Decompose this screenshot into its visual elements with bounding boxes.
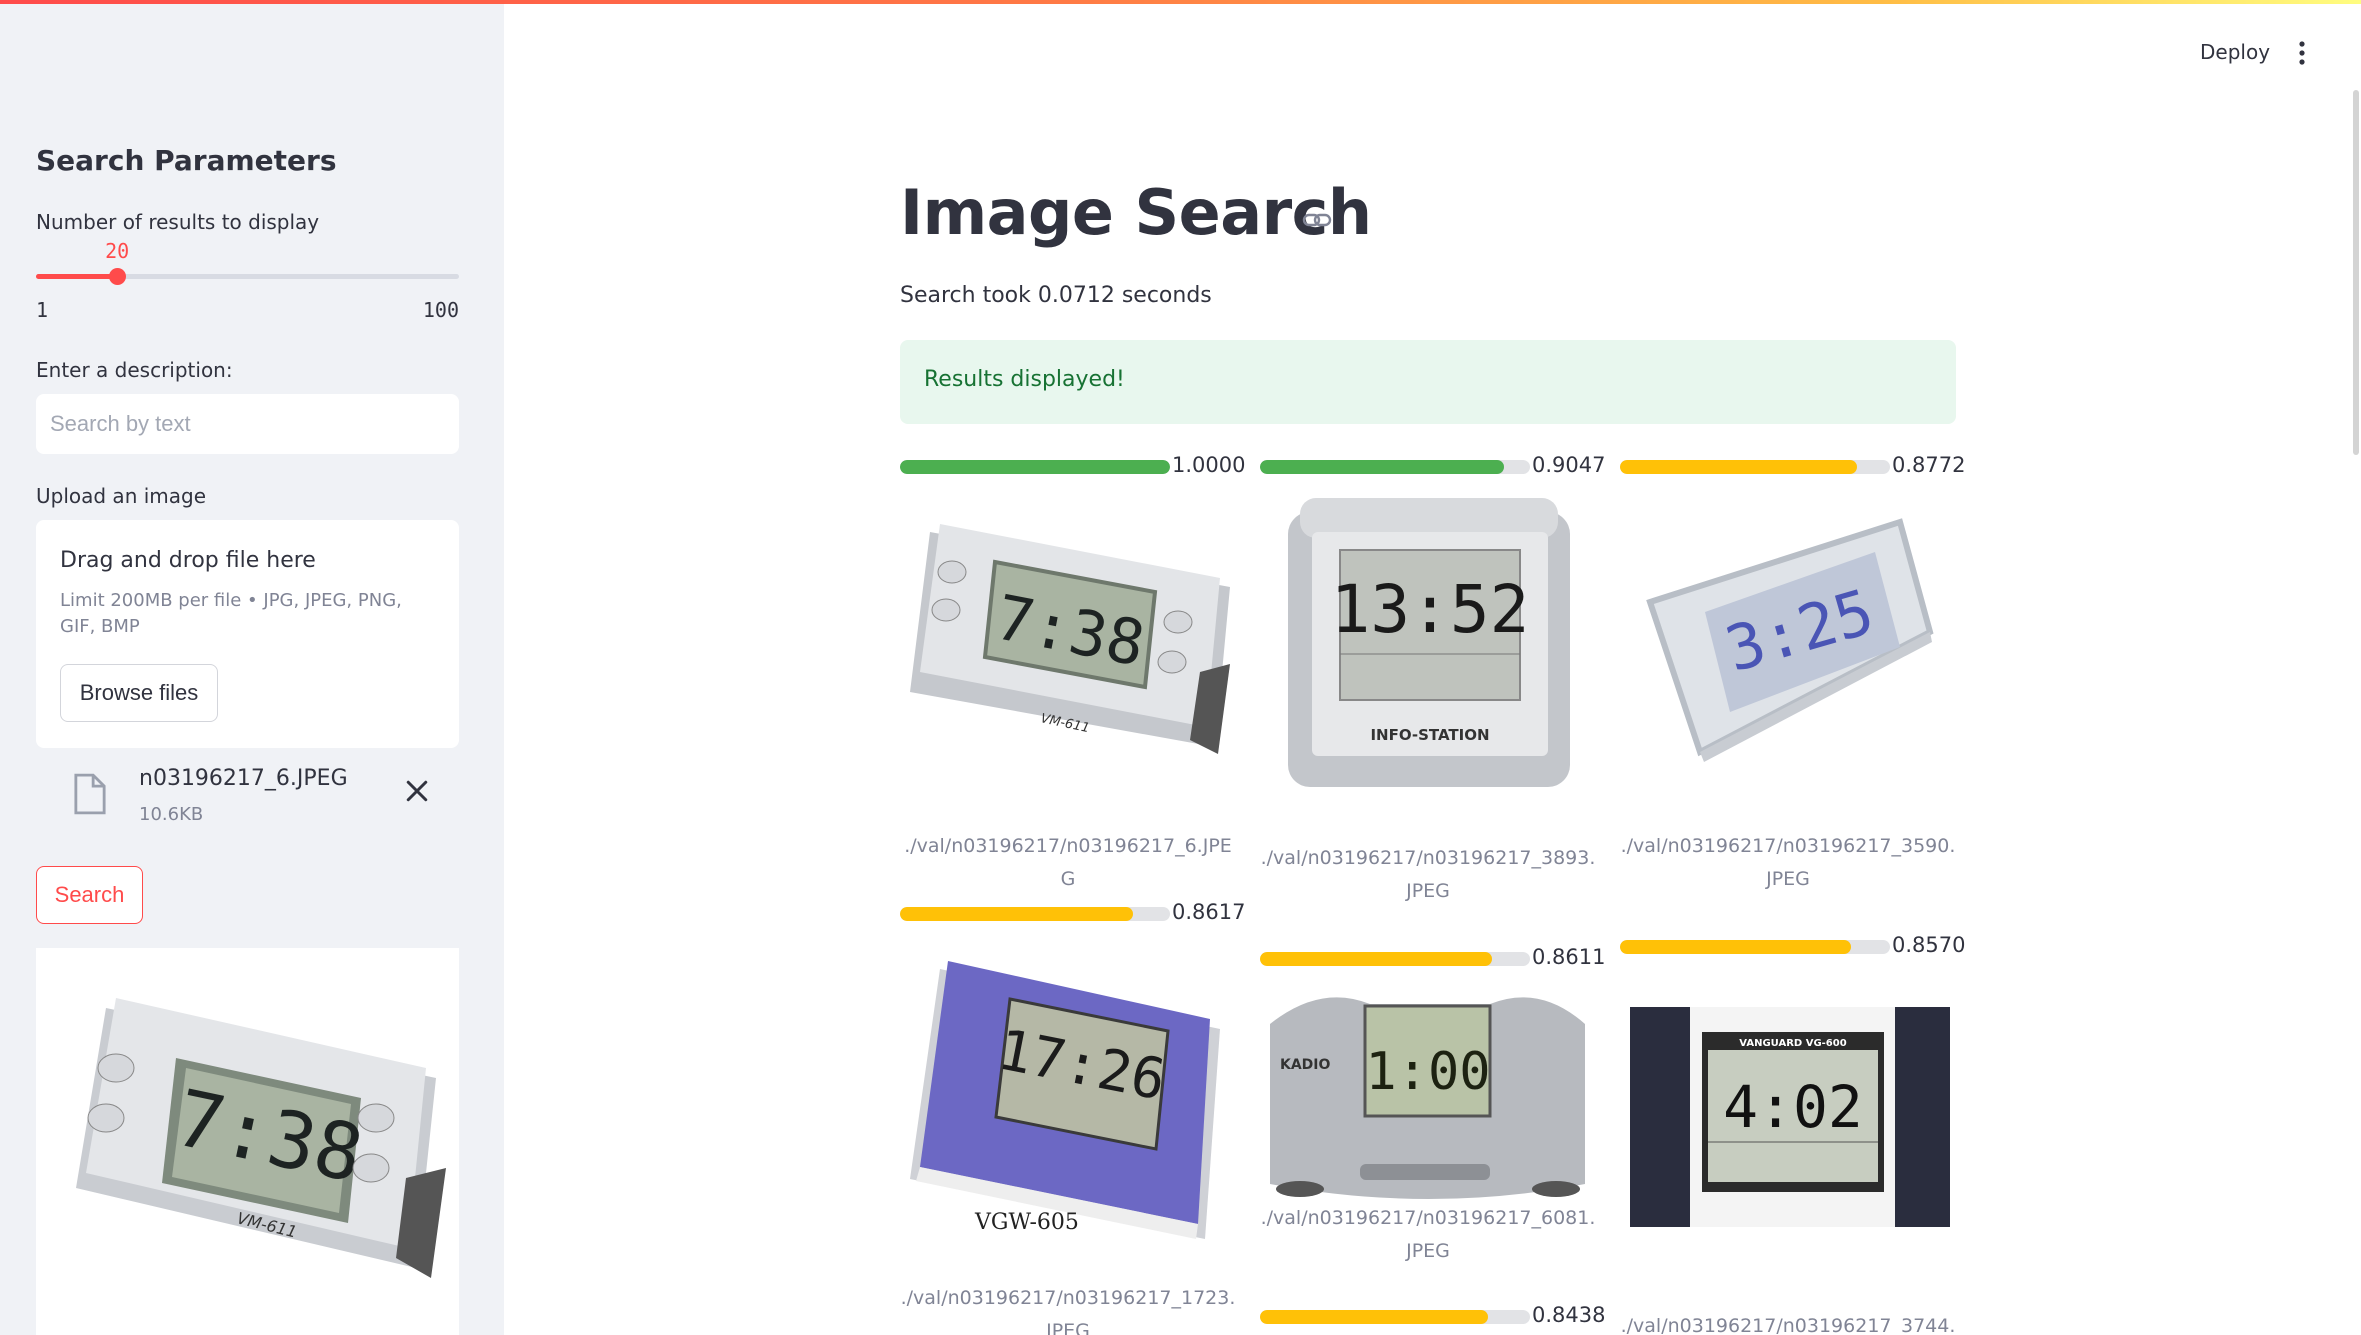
file-size: 10.6KB	[139, 804, 204, 825]
similarity-bar-fill	[1620, 940, 1852, 954]
clock-model-text: VGW-605	[974, 1210, 1079, 1235]
description-input[interactable]	[36, 394, 459, 454]
similarity-score: 1.0000	[1172, 453, 1246, 477]
query-image-preview: 7:38 VM-611	[36, 948, 459, 1335]
deploy-button[interactable]: Deploy	[2200, 40, 2270, 64]
result-image: 17:26 VGW-605	[900, 939, 1236, 1239]
alert-text: Results displayed!	[924, 367, 1125, 392]
similarity-bar	[1260, 1310, 1530, 1324]
similarity-score: 0.8438	[1532, 1303, 1606, 1327]
clock-display-text: 1:00	[1365, 1042, 1490, 1102]
similarity-bar-fill	[1260, 1310, 1488, 1324]
page-title: Image Search	[900, 176, 1372, 249]
result-image: 13:52 INFO-STATION	[1260, 492, 1596, 792]
slider-min: 1	[36, 298, 49, 322]
file-dropzone[interactable]: Drag and drop file here Limit 200MB per …	[36, 520, 459, 748]
similarity-bar	[900, 460, 1170, 474]
result-image: 3:25	[1620, 492, 1956, 792]
clock-display-text: 13:52	[1331, 571, 1530, 648]
link-icon[interactable]	[1302, 208, 1332, 232]
file-name: n03196217_6.JPEG	[139, 766, 348, 791]
description-label: Enter a description:	[36, 358, 233, 382]
result-image: VANGUARD VG-600 4:02	[1620, 972, 1956, 1272]
similarity-bar-fill	[900, 460, 1170, 474]
results-slider[interactable]	[36, 268, 459, 285]
result-caption: ./val/n03196217/n03196217_3590.JPEG	[1620, 835, 1956, 890]
clock-display-text: 4:02	[1723, 1073, 1863, 1141]
slider-value: 20	[105, 239, 130, 263]
similarity-score: 0.8570	[1892, 933, 1966, 957]
similarity-score: 0.8617	[1172, 900, 1246, 924]
query-clock-image: 7:38 VM-611	[76, 998, 446, 1278]
similarity-bar	[900, 907, 1170, 921]
clock-model-text: VANGUARD VG-600	[1739, 1038, 1846, 1049]
clock-model-text: INFO-STATION	[1370, 726, 1489, 744]
similarity-bar	[1620, 460, 1890, 474]
similarity-bar	[1260, 952, 1530, 966]
more-options-icon[interactable]	[2290, 38, 2314, 68]
browse-files-button[interactable]: Browse files	[60, 664, 218, 722]
uploaded-file: n03196217_6.JPEG 10.6KB	[36, 760, 459, 830]
upload-label: Upload an image	[36, 484, 207, 508]
similarity-score: 0.8772	[1892, 453, 1966, 477]
result-image: 7:38 VM-611	[900, 492, 1236, 792]
result-caption: ./val/n03196217/n03196217_6.JPEG	[904, 835, 1232, 890]
similarity-score: 0.8611	[1532, 945, 1606, 969]
search-time-text: Search took 0.0712 seconds	[900, 283, 1212, 308]
result-caption: ./val/n03196217/n03196217_3744.JPEG	[1620, 1315, 1956, 1335]
sidebar: Search Parameters Number of results to d…	[0, 0, 504, 1335]
clock-model-text: KADIO	[1280, 1057, 1331, 1073]
page-scrollbar[interactable]	[2353, 90, 2359, 455]
slider-label: Number of results to display	[36, 210, 320, 234]
success-alert: Results displayed!	[900, 340, 1956, 424]
close-icon[interactable]	[402, 776, 432, 806]
similarity-bar	[1620, 940, 1890, 954]
similarity-bar-fill	[1260, 952, 1493, 966]
result-caption: ./val/n03196217/n03196217_1723.JPEG	[900, 1287, 1236, 1335]
slider-max: 100	[422, 298, 459, 322]
similarity-score: 0.9047	[1532, 453, 1606, 477]
similarity-bar-fill	[1260, 460, 1505, 474]
slider-thumb[interactable]	[109, 268, 127, 285]
dropzone-limit: Limit 200MB per file • JPG, JPEG, PNG, G…	[60, 590, 402, 637]
similarity-bar-fill	[900, 907, 1133, 921]
slider-fill	[36, 274, 118, 279]
file-icon	[74, 773, 106, 815]
similarity-bar-fill	[1620, 460, 1857, 474]
sidebar-title: Search Parameters	[36, 144, 337, 177]
result-caption: ./val/n03196217/n03196217_6081.JPEG	[1260, 1207, 1596, 1262]
dropzone-title: Drag and drop file here	[60, 548, 316, 573]
search-button[interactable]: Search	[36, 866, 143, 924]
top-decoration-bar	[0, 0, 2361, 4]
similarity-bar	[1260, 460, 1530, 474]
result-caption: ./val/n03196217/n03196217_3893.JPEG	[1260, 847, 1596, 902]
